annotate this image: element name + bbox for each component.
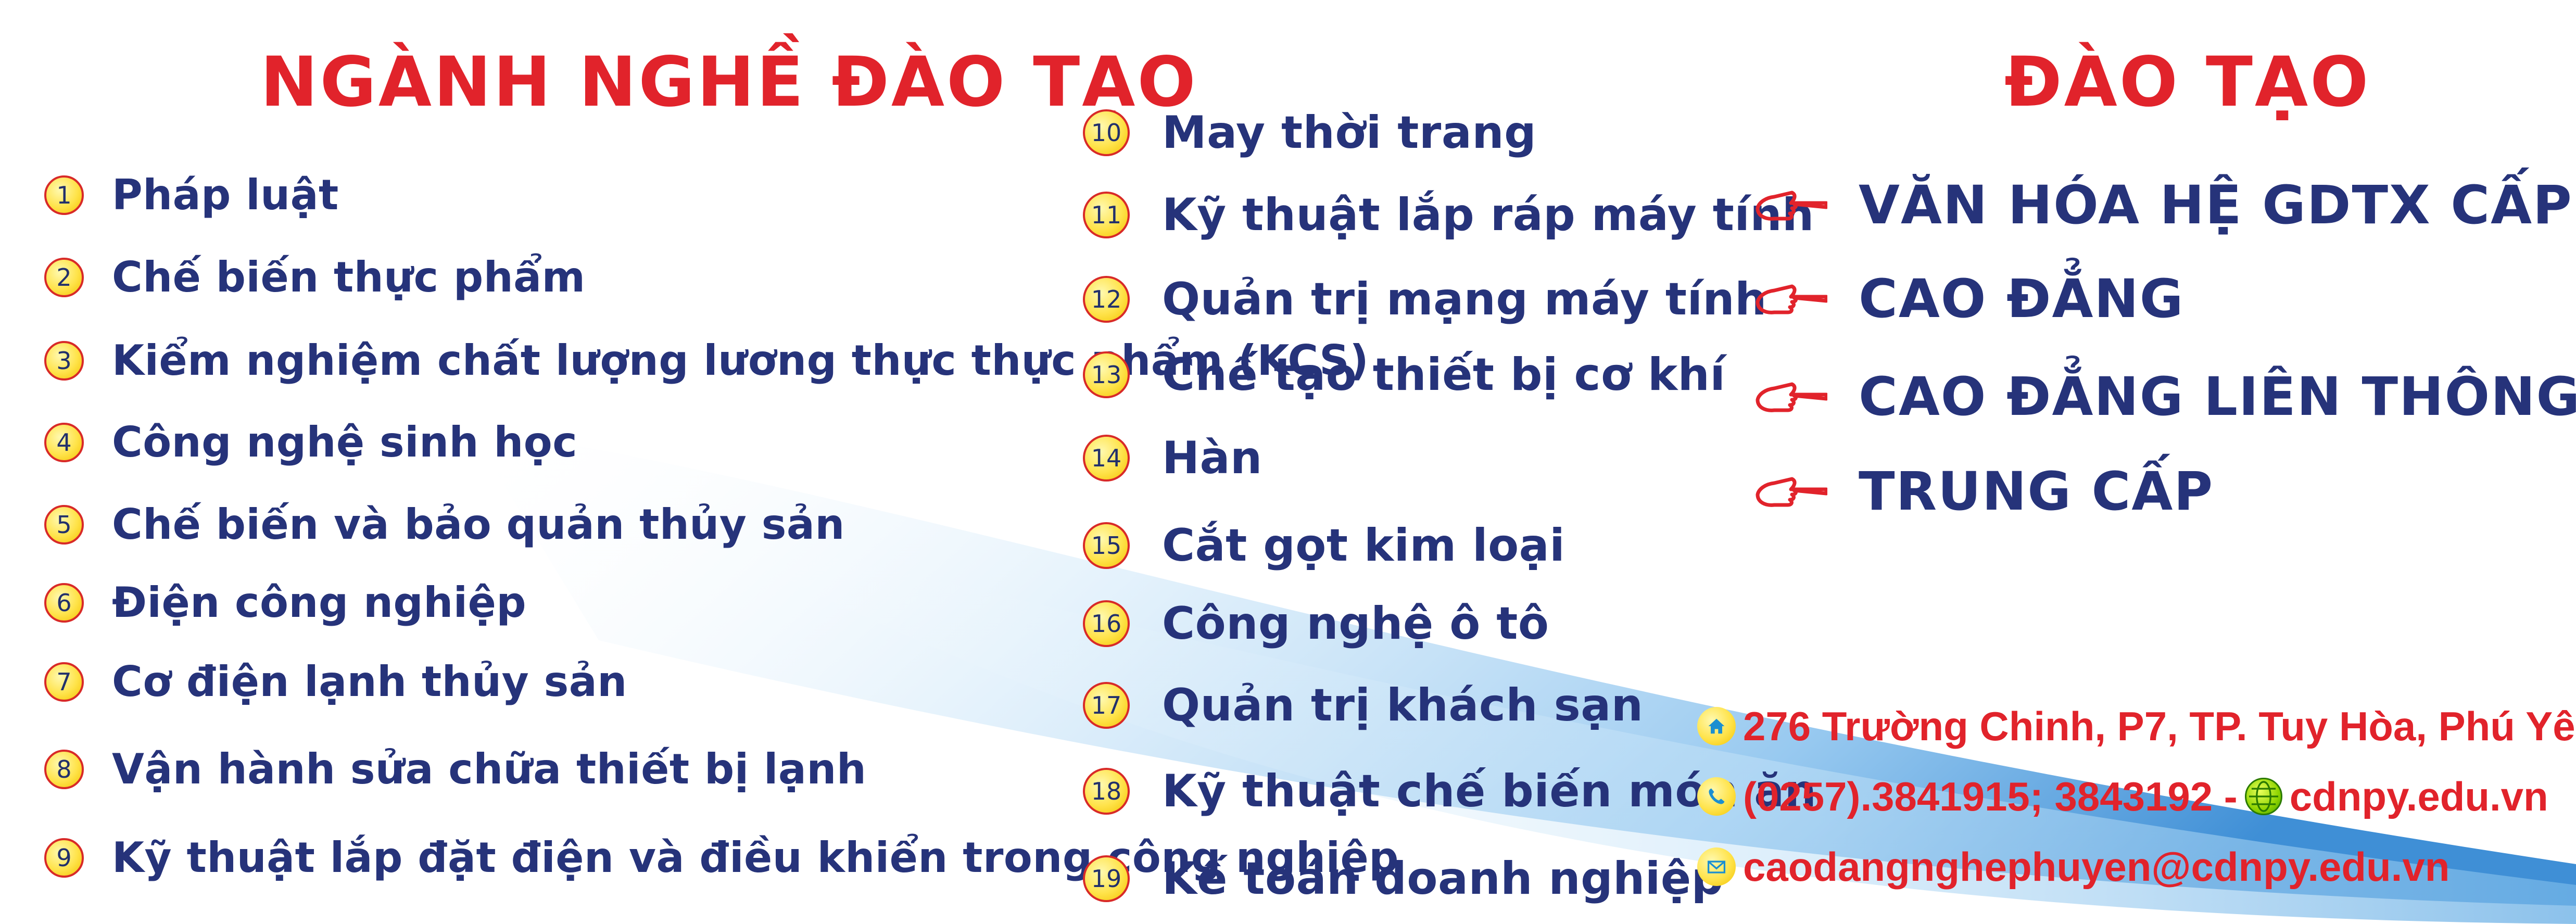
list-item: 15 Cắt gọt kim loại (1083, 517, 1565, 574)
number-badge: 15 (1083, 522, 1130, 569)
list-item: 6 Điện công nghiệp (44, 574, 526, 631)
major-name: Công nghệ sinh học (112, 418, 578, 466)
program-label: VĂN HÓA HỆ GDTX CẤP THPT (1859, 174, 2576, 236)
email-row: caodangnghephuyen@cdnpy.edu.vn (1697, 838, 2449, 895)
program-item: CAO ĐẲNG (1754, 265, 2184, 333)
number-badge: 7 (44, 662, 84, 702)
number-badge: 2 (44, 258, 84, 297)
training-banner: NGÀNH NGHỀ ĐÀO TẠO ĐÀO TẠO 1 Pháp luật 2… (0, 0, 2576, 924)
pointing-hand-icon (1756, 191, 1827, 221)
programs-title: ĐÀO TẠO (2004, 42, 2371, 122)
program-label: TRUNG CẤP (1859, 461, 2214, 523)
major-name: Kỹ thuật lắp ráp máy tính (1162, 189, 1814, 241)
major-name: Chế biến thực phẩm (112, 253, 586, 301)
phone-icon (1697, 777, 1736, 816)
number-badge: 14 (1083, 435, 1130, 482)
list-item: 16 Công nghệ ô tô (1083, 595, 1549, 652)
list-item: 13 Chế tạo thiết bị cơ khí (1083, 346, 1725, 403)
major-name: Hàn (1162, 432, 1262, 484)
major-name: Chế tạo thiết bị cơ khí (1162, 349, 1726, 401)
pointing-hand-icon (1756, 477, 1827, 507)
phone-row: (0257).3841915; 3843192 - cdnpy.edu.vn (1697, 768, 2548, 825)
list-item: 17 Quản trị khách sạn (1083, 677, 1644, 734)
list-item: 4 Công nghệ sinh học (44, 414, 577, 471)
list-item: 14 Hàn (1083, 429, 1262, 487)
number-badge: 16 (1083, 600, 1130, 647)
major-name: Cắt gọt kim loại (1162, 520, 1565, 572)
program-item: CAO ĐẲNG LIÊN THÔNG (1754, 363, 2576, 431)
major-name: Cơ điện lạnh thủy sản (112, 657, 627, 706)
list-item: 12 Quản trị mạng máy tính (1083, 271, 1767, 328)
list-item: 2 Chế biến thực phẩm (44, 249, 586, 306)
number-badge: 4 (44, 423, 84, 462)
number-badge: 18 (1083, 768, 1130, 815)
list-item: 10 May thời trang (1083, 104, 1536, 161)
program-label: CAO ĐẲNG LIÊN THÔNG (1859, 366, 2576, 428)
number-badge: 12 (1083, 276, 1130, 323)
list-item: 19 Kế toán doanh nghiệp (1083, 850, 1724, 907)
major-name: May thời trang (1162, 107, 1537, 159)
number-badge: 1 (44, 175, 84, 215)
program-item: TRUNG CẤP (1754, 458, 2214, 526)
pointing-hand-icon (1756, 382, 1827, 412)
major-name: Quản trị mạng máy tính (1162, 273, 1767, 325)
number-badge: 17 (1083, 682, 1130, 729)
list-item: 5 Chế biến và bảo quản thủy sản (44, 496, 845, 553)
list-item: 7 Cơ điện lạnh thủy sản (44, 653, 627, 711)
number-badge: 13 (1083, 351, 1130, 398)
major-name: Vận hành sửa chữa thiết bị lạnh (112, 745, 867, 793)
mail-icon (1697, 847, 1736, 886)
number-badge: 11 (1083, 192, 1130, 238)
majors-title: NGÀNH NGHỀ ĐÀO TẠO (260, 42, 1198, 122)
major-name: Quản trị khách sạn (1162, 679, 1644, 731)
list-item: 1 Pháp luật (44, 167, 339, 224)
major-name: Chế biến và bảo quản thủy sản (112, 500, 845, 549)
list-item: 11 Kỹ thuật lắp ráp máy tính (1083, 186, 1814, 244)
major-name: Kế toán doanh nghiệp (1162, 853, 1724, 905)
number-badge: 19 (1083, 855, 1130, 902)
email-link[interactable]: caodangnghephuyen@cdnpy.edu.vn (1743, 846, 2449, 887)
home-icon (1697, 707, 1736, 745)
major-name: Công nghệ ô tô (1162, 598, 1549, 650)
major-name: Pháp luật (112, 171, 339, 219)
number-badge: 6 (44, 583, 84, 623)
number-badge: 5 (44, 505, 84, 545)
list-item: 8 Vận hành sửa chữa thiết bị lạnh (44, 741, 866, 798)
number-badge: 9 (44, 838, 84, 878)
program-label: CAO ĐẲNG (1859, 268, 2184, 330)
address-row: 276 Trường Chinh, P7, TP. Tuy Hòa, Phú Y… (1697, 698, 2576, 755)
number-badge: 10 (1083, 109, 1130, 156)
program-item: VĂN HÓA HỆ GDTX CẤP THPT (1754, 172, 2576, 239)
globe-icon (2244, 778, 2282, 815)
number-badge: 8 (44, 750, 84, 789)
number-badge: 3 (44, 341, 84, 381)
phone-text: (0257).3841915; 3843192 - (1743, 774, 2238, 819)
major-name: Điện công nghiệp (112, 578, 527, 627)
pointing-hand-icon (1756, 284, 1827, 314)
website-link[interactable]: cdnpy.edu.vn (2290, 776, 2548, 817)
address-text: 276 Trường Chinh, P7, TP. Tuy Hòa, Phú Y… (1743, 703, 2576, 749)
